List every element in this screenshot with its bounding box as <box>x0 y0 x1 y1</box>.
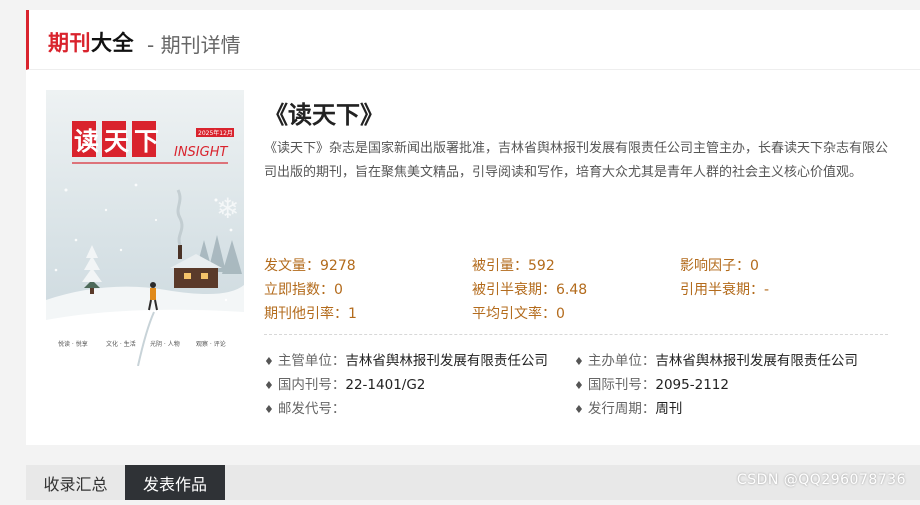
svg-text:观察 · 评论: 观察 · 评论 <box>196 340 226 348</box>
metric-cited-half-life: 被引半衰期：6.48 <box>472 282 588 298</box>
journal-description: 《读天下》杂志是国家新闻出版署批准，吉林省舆林报刊发展有限责任公司主管主办，长春… <box>264 141 889 180</box>
bullet-icon: ♦ <box>264 379 274 392</box>
cover-masthead-char-1: 读 <box>74 127 99 156</box>
metric-immediacy-index: 立即指数：0 <box>264 282 343 298</box>
cover-issue: 2025年12月 <box>198 129 233 137</box>
bullet-icon: ♦ <box>264 403 274 416</box>
cover-masthead-char-2: 天 <box>104 127 129 156</box>
metric-article-count: 发文量：9278 <box>264 258 356 274</box>
page-subtitle: - 期刊详情 <box>147 33 241 57</box>
svg-text:❄: ❄ <box>216 192 239 225</box>
section-divider <box>264 334 888 335</box>
metric-citations: 被引量：592 <box>472 258 555 274</box>
brand-title-black: 大全 <box>91 31 134 55</box>
card-header: 期刊大全 - 期刊详情 <box>26 10 920 70</box>
bullet-icon: ♦ <box>574 403 584 416</box>
info-sponsor: ♦ 主办单位：吉林省舆林报刊发展有限责任公司 <box>574 353 858 369</box>
cover-masthead-char-3: 下 <box>134 127 159 156</box>
bullet-icon: ♦ <box>574 379 584 392</box>
metric-impact-factor: 影响因子：0 <box>680 258 759 274</box>
cover-english: INSIGHT <box>174 145 228 160</box>
journal-cover-image[interactable]: ❄ 读 天 下 INSIGHT 2025年12月 悦读 · 悦享 文化 · 生活… <box>46 90 244 366</box>
journal-title: 《读天下》 <box>264 101 384 129</box>
metric-citing-half-life: 引用半衰期：- <box>680 282 770 298</box>
metric-average-citation-rate: 平均引文率：0 <box>472 306 565 322</box>
info-frequency: ♦ 发行周期：周刊 <box>574 401 683 417</box>
metric-other-citation-rate: 期刊他引率：1 <box>264 306 357 322</box>
cover-illustration: ❄ 读 天 下 INSIGHT 2025年12月 悦读 · 悦享 文化 · 生活… <box>46 90 244 366</box>
info-cn-number: ♦ 国内刊号：22-1401/G2 <box>264 377 426 393</box>
cover-tagline-left: 悦读 · 悦享 <box>58 340 88 348</box>
info-supervisor: ♦ 主管单位：吉林省舆林报刊发展有限责任公司 <box>264 353 548 369</box>
info-postal-code: ♦ 邮发代号： <box>264 401 346 417</box>
bullet-icon: ♦ <box>264 355 274 368</box>
journal-detail-card: 期刊大全 - 期刊详情 ❄ 读 天 下 INSIGHT 2025年12月 悦读 … <box>26 10 920 445</box>
tab-published-works[interactable]: 发表作品 <box>125 465 225 500</box>
brand-title-red: 期刊 <box>48 31 91 55</box>
brand-title: 期刊大全 <box>48 27 134 57</box>
info-issn: ♦ 国际刊号：2095-2112 <box>574 377 729 393</box>
bullet-icon: ♦ <box>574 355 584 368</box>
tab-collection-summary[interactable]: 收录汇总 <box>26 465 125 500</box>
csdn-watermark: CSDN @QQ296078736 <box>736 472 906 488</box>
svg-text:光阴 · 人物: 光阴 · 人物 <box>150 340 180 348</box>
cover-tagline-right: 文化 · 生活 <box>106 340 136 348</box>
